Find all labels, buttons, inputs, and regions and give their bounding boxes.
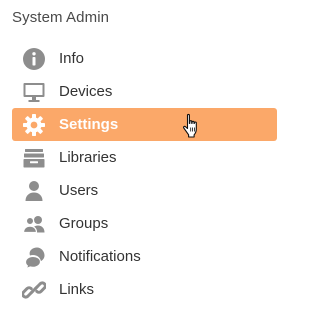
- group-icon: [22, 212, 46, 236]
- user-icon: [22, 179, 46, 203]
- gear-icon: [22, 113, 46, 137]
- sidebar-item-label: Notifications: [59, 248, 141, 265]
- hand-pointer-cursor-icon: [183, 113, 197, 138]
- sidebar-item-label: Links: [59, 281, 95, 298]
- sidebar-nav: Info Devices Settings Libraries Users Gr…: [12, 42, 277, 306]
- sidebar-item-info[interactable]: Info: [12, 42, 277, 75]
- monitor-icon: [22, 80, 46, 104]
- sidebar-item-settings[interactable]: Settings: [12, 108, 277, 141]
- link-icon: [22, 278, 46, 302]
- sidebar-item-label: Groups: [59, 215, 109, 232]
- sidebar-item-label: Users: [59, 182, 99, 199]
- chat-bubbles-icon: [22, 245, 46, 269]
- sidebar-item-groups[interactable]: Groups: [12, 207, 277, 240]
- sidebar-item-libraries[interactable]: Libraries: [12, 141, 277, 174]
- sidebar-item-links[interactable]: Links: [12, 273, 277, 306]
- info-icon: [22, 47, 46, 71]
- sidebar-item-label: Info: [59, 50, 85, 67]
- panel-title: System Admin: [12, 9, 110, 26]
- sidebar-item-label: Devices: [59, 83, 113, 100]
- sidebar-item-label: Settings: [59, 116, 119, 133]
- archive-icon: [22, 146, 46, 170]
- sidebar-item-devices[interactable]: Devices: [12, 75, 277, 108]
- sidebar-item-label: Libraries: [59, 149, 117, 166]
- sidebar-item-notifications[interactable]: Notifications: [12, 240, 277, 273]
- sidebar-item-users[interactable]: Users: [12, 174, 277, 207]
